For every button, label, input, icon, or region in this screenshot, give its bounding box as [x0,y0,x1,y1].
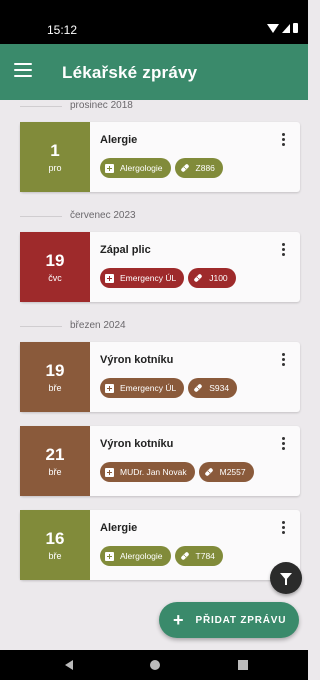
nav-recent-icon[interactable] [238,660,248,670]
date-month: čvc [48,273,62,283]
date-block: 16 bře [20,510,90,580]
diagnosis-code: Z886 [195,163,215,173]
diagnosis-code-chip[interactable]: J100 [188,268,236,288]
status-bar: 15:12 [0,0,308,44]
plus-icon: + [173,610,184,630]
date-month: pro [48,163,62,173]
section-label: červenec 2023 [70,210,136,221]
filter-icon [280,572,292,585]
system-icons [267,23,298,33]
diagnosis-code: S934 [209,383,230,393]
more-options-icon[interactable] [276,132,290,146]
date-month: bře [48,467,62,477]
plus-square-icon [105,467,114,477]
report-card[interactable]: 16 bře Alergie Alergologie T784 [20,510,300,580]
more-options-icon[interactable] [276,436,290,450]
section-label: březen 2024 [70,320,126,331]
provider-chip[interactable]: Alergologie [100,546,171,566]
diagnosis-code: T784 [195,551,215,561]
app-bar: Lékařské zprávy [0,44,308,100]
add-report-button[interactable]: + PŘIDAT ZPRÁVU [159,602,299,638]
date-day: 16 [45,529,65,548]
nav-home-icon[interactable] [150,660,160,670]
provider-label: Emergency ÚL [120,273,177,283]
date-block: 19 bře [20,342,90,412]
plus-square-icon [105,551,114,561]
plus-square-icon [105,383,114,393]
signal-icon [282,23,290,33]
diagnosis-code: J100 [209,273,228,283]
date-day: 21 [45,445,65,464]
filter-button[interactable] [270,562,302,594]
chip-row: Alergologie Z886 [100,158,223,178]
bandage-icon [180,551,190,561]
status-time: 15:12 [47,23,78,37]
page-title: Lékařské zprávy [62,63,198,82]
provider-label: Emergency ÚL [120,383,177,393]
bandage-icon [193,383,203,393]
diagnosis-code-chip[interactable]: T784 [174,546,223,566]
date-day: 19 [45,361,65,380]
divider-line [20,326,62,327]
report-card[interactable]: 19 čvc Zápal plic Emergency ÚL J100 [20,232,300,302]
more-options-icon[interactable] [276,520,290,534]
more-options-icon[interactable] [276,352,290,366]
report-name: Zápal plic [100,244,151,256]
reports-list[interactable]: prosinec 2018 1 pro Alergie Alergologie Z886 č… [0,100,308,620]
report-name: Výron kotníku [100,438,174,450]
diagnosis-code-chip[interactable]: M2557 [198,462,254,482]
provider-chip[interactable]: Emergency ÚL [100,268,185,288]
date-day: 19 [45,251,65,270]
hamburger-menu-icon[interactable] [14,63,32,81]
provider-label: Alergologie [120,551,163,561]
date-block: 21 bře [20,426,90,496]
chip-row: Alergologie T784 [100,546,223,566]
section-label: prosinec 2018 [70,100,133,111]
report-name: Alergie [100,522,138,534]
date-day: 1 [50,141,60,160]
bandage-icon [204,467,214,477]
chip-row: Emergency ÚL S934 [100,378,238,398]
add-report-label: PŘIDAT ZPRÁVU [195,614,287,626]
date-month: bře [48,551,62,561]
report-name: Výron kotníku [100,354,174,366]
battery-icon [293,23,298,33]
plus-square-icon [105,273,114,283]
provider-label: MUDr. Jan Novak [120,467,187,477]
diagnosis-code: M2557 [219,467,246,477]
diagnosis-code-chip[interactable]: S934 [188,378,238,398]
date-block: 19 čvc [20,232,90,302]
report-name: Alergie [100,134,138,146]
chip-row: MUDr. Jan Novak M2557 [100,462,254,482]
date-block: 1 pro [20,122,90,192]
divider-line [20,216,62,217]
bandage-icon [180,163,190,173]
more-options-icon[interactable] [276,242,290,256]
wifi-icon [267,23,279,33]
diagnosis-code-chip[interactable]: Z886 [174,158,223,178]
report-card[interactable]: 1 pro Alergie Alergologie Z886 [20,122,300,192]
report-card[interactable]: 21 bře Výron kotníku MUDr. Jan Novak M2557 [20,426,300,496]
nav-back-icon[interactable] [65,660,73,670]
chip-row: Emergency ÚL J100 [100,268,236,288]
provider-chip[interactable]: Alergologie [100,158,171,178]
provider-chip[interactable]: Emergency ÚL [100,378,185,398]
provider-label: Alergologie [120,163,163,173]
bandage-icon [193,273,203,283]
plus-square-icon [105,163,114,173]
date-month: bře [48,383,62,393]
provider-chip[interactable]: MUDr. Jan Novak [100,462,195,482]
system-nav-bar [0,650,308,680]
divider-line [20,106,62,107]
report-card[interactable]: 19 bře Výron kotníku Emergency ÚL S934 [20,342,300,412]
